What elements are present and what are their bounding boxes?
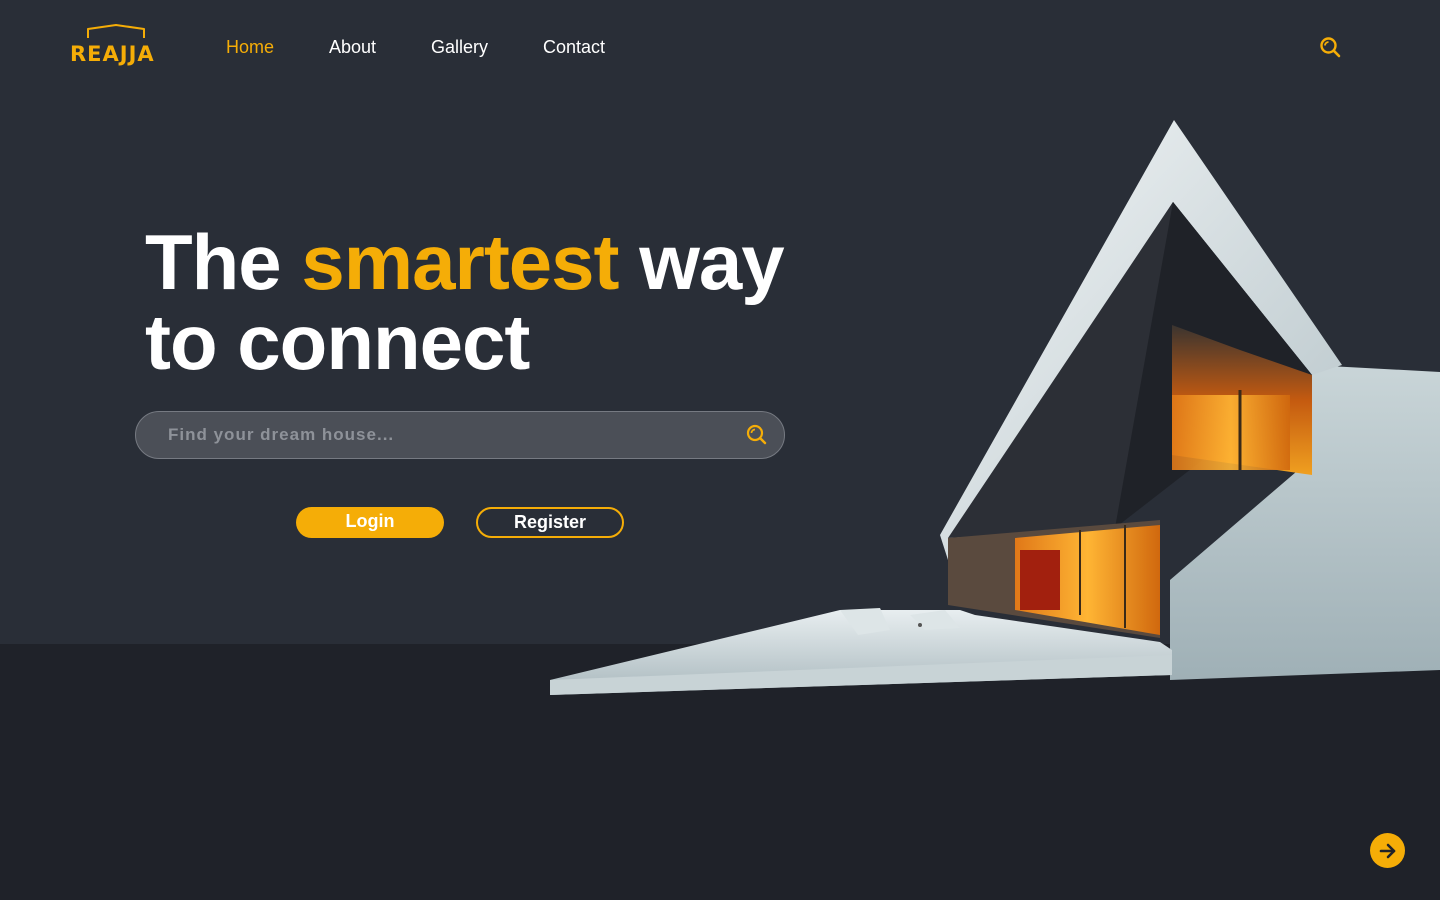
headline-text-1: The: [145, 218, 302, 306]
login-button[interactable]: Login: [296, 507, 444, 538]
header-search-icon[interactable]: [1319, 36, 1341, 58]
nav-item-home[interactable]: Home: [226, 37, 274, 58]
nav-item-about[interactable]: About: [329, 37, 376, 58]
logo-roof-icon: [87, 24, 145, 38]
next-button[interactable]: [1370, 833, 1405, 868]
house-image: [540, 110, 1440, 710]
logo[interactable]: REAJJA: [70, 24, 165, 66]
headline-line-2: to connect: [145, 298, 530, 386]
nav-item-contact[interactable]: Contact: [543, 37, 605, 58]
arrow-right-icon: [1379, 843, 1395, 858]
nav-item-gallery[interactable]: Gallery: [431, 37, 488, 58]
logo-text: REAJJA: [70, 42, 155, 66]
